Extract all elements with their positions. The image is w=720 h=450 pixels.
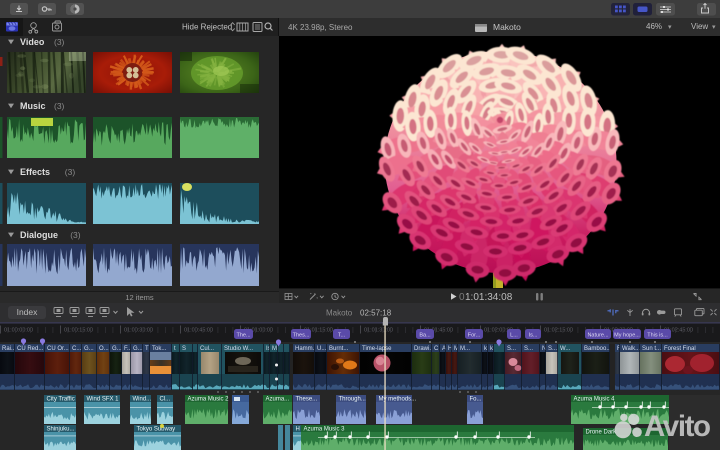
svg-text:City Traffic: City Traffic (47, 397, 75, 403)
svg-text:These...: These... (296, 397, 318, 403)
svg-text:Azuma Music 4: Azuma Music 4 (574, 397, 616, 403)
svg-text:Dialogue: Dialogue (20, 230, 58, 240)
svg-text:Music: Music (20, 101, 46, 111)
svg-text:U...: U... (317, 346, 327, 352)
svg-text:S...: S... (548, 346, 557, 352)
svg-text:Bamboo...: Bamboo... (584, 346, 612, 352)
svg-text:Walk...: Walk... (622, 346, 640, 352)
svg-text:Forest Final: Forest Final (664, 346, 696, 352)
svg-text:O...: O... (99, 346, 109, 352)
svg-text:My hope...: My hope... (614, 332, 640, 338)
svg-text:Rai...: Rai... (2, 346, 16, 352)
svg-text:S...: S... (507, 346, 516, 352)
svg-text:My methods...: My methods... (379, 397, 417, 403)
svg-text:Azuma Music 2: Azuma Music 2 (188, 397, 230, 403)
svg-text:For...: For... (468, 332, 481, 338)
svg-text:1:01:34:08: 1:01:34:08 (465, 292, 513, 303)
svg-text:L...: L... (510, 332, 518, 338)
svg-text:H: H (296, 427, 300, 433)
svg-text:Wind...: Wind... (133, 397, 152, 403)
svg-text:CU Red...: CU Red... (17, 346, 44, 352)
svg-text:01:00:30:00: 01:00:30:00 (124, 328, 153, 334)
svg-text:Shinjuku...: Shinjuku... (47, 427, 75, 433)
svg-text:Makoto: Makoto (326, 309, 353, 318)
svg-text:(3): (3) (70, 230, 81, 240)
svg-text:Nature...: Nature... (587, 332, 609, 338)
svg-text:Time-lapse: Time-lapse (362, 346, 392, 352)
svg-text:Tok...: Tok... (152, 346, 167, 352)
svg-text:Hide Rejected: Hide Rejected (182, 23, 232, 32)
svg-text:(3): (3) (54, 101, 65, 111)
svg-text:Thes...: Thes... (293, 332, 310, 338)
svg-text:C...: C... (72, 346, 82, 352)
svg-text:M...: M... (460, 346, 470, 352)
svg-text:W...: W... (560, 346, 571, 352)
svg-text:S...: S... (524, 346, 533, 352)
svg-text:C: C (434, 346, 439, 352)
svg-text:01:01:30:00: 01:01:30:00 (364, 328, 393, 334)
svg-text:Azuma Music 3: Azuma Music 3 (304, 427, 346, 433)
svg-text:Burnt...: Burnt... (329, 346, 349, 352)
svg-text:Fo...: Fo... (470, 397, 482, 403)
svg-text:01:00:15:00: 01:00:15:00 (64, 328, 93, 334)
svg-text:The...: The... (236, 332, 251, 338)
svg-text:Sun t...: Sun t... (642, 346, 661, 352)
svg-text:Cul...: Cul... (200, 346, 214, 352)
svg-text:(3): (3) (65, 167, 76, 177)
svg-text:T: T (145, 346, 149, 352)
svg-text:01:00:45:00: 01:00:45:00 (184, 328, 213, 334)
svg-text:CU Or...: CU Or... (47, 346, 69, 352)
svg-text:01:02:15:00: 01:02:15:00 (544, 328, 573, 334)
svg-text:Video: Video (20, 37, 45, 47)
svg-text:Studio W...: Studio W... (224, 346, 253, 352)
svg-text:Azuma...: Azuma... (266, 397, 290, 403)
svg-text:(3): (3) (54, 37, 65, 47)
svg-text:Avito: Avito (644, 410, 710, 443)
svg-text:Tokyo Subway: Tokyo Subway (137, 427, 176, 433)
svg-text:G...: G... (133, 346, 143, 352)
svg-text:Through...: Through... (339, 397, 367, 403)
svg-text:T...: T... (338, 332, 346, 338)
svg-text:01:00:00:00: 01:00:00:00 (4, 328, 33, 334)
svg-text:S: S (182, 346, 186, 352)
svg-text:This is...: This is... (647, 332, 668, 338)
svg-text:Ba...: Ba... (419, 332, 431, 338)
svg-text:Cl...: Cl... (160, 397, 171, 403)
svg-text:Is...: Is... (529, 332, 538, 338)
svg-text:G...: G... (112, 346, 122, 352)
svg-text:G...: G... (84, 346, 94, 352)
svg-text:Wind SFX 1: Wind SFX 1 (87, 397, 120, 403)
svg-text:02:57:18: 02:57:18 (360, 309, 392, 318)
svg-text:Effects: Effects (20, 167, 50, 177)
